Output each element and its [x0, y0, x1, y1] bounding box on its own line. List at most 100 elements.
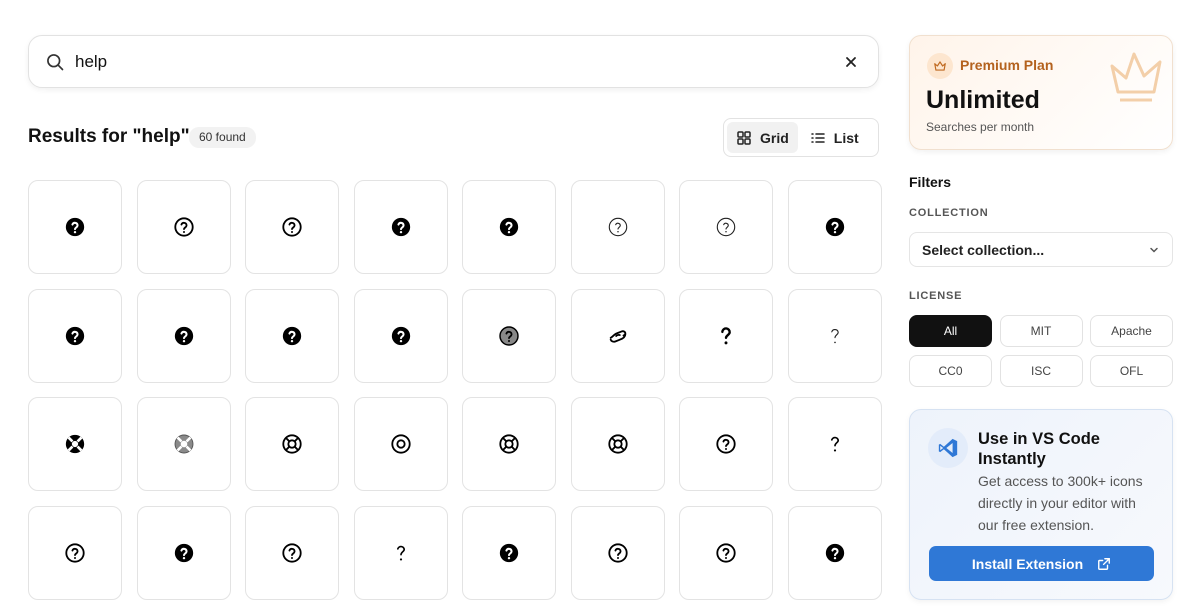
help-circle-outline-icon — [716, 434, 736, 454]
search-input[interactable] — [75, 51, 840, 72]
icon-result-tile[interactable] — [353, 505, 448, 600]
icon-result-tile[interactable] — [245, 397, 339, 491]
license-option-mit[interactable]: MIT — [999, 315, 1083, 347]
lifebuoy-outline-icon — [499, 434, 519, 454]
icon-result-tile[interactable] — [245, 180, 339, 274]
help-circle-solid-icon — [65, 217, 85, 237]
lifebuoy-ring-icon — [390, 434, 411, 454]
chevron-down-icon — [1150, 247, 1158, 253]
help-circle-thin-icon — [608, 217, 627, 237]
lifebuoy-solid-icon — [65, 434, 85, 454]
icon-result-tile[interactable] — [570, 180, 665, 274]
help-circle-outline-icon — [173, 217, 194, 237]
icon-result-tile[interactable] — [787, 397, 882, 491]
lifebuoy-outline-icon — [282, 434, 302, 454]
view-toggle: Grid List — [723, 118, 879, 157]
install-extension-button[interactable]: Install Extension — [929, 546, 1154, 581]
icon-result-tile[interactable] — [679, 180, 773, 274]
collection-label: COLLECTION — [909, 207, 989, 219]
license-option-apache[interactable]: Apache — [1090, 315, 1173, 347]
lifebuoy-outline-icon — [607, 434, 628, 454]
search-bar[interactable] — [28, 35, 879, 88]
list-icon — [811, 132, 825, 143]
vscode-description: Get access to 300k+ icons directly in yo… — [978, 473, 1143, 533]
license-option-isc[interactable]: ISC — [999, 355, 1083, 387]
close-icon[interactable] — [840, 51, 862, 73]
filters-title: Filters — [909, 174, 952, 190]
helping-hand-icon — [609, 329, 626, 343]
icon-result-tile[interactable] — [28, 288, 122, 383]
icon-result-tile[interactable] — [462, 288, 556, 383]
help-circle-gray-icon — [499, 325, 519, 346]
list-view-button[interactable]: List — [801, 122, 868, 153]
premium-headline: Unlimited — [926, 86, 1040, 114]
icon-result-tile[interactable] — [570, 397, 665, 491]
icon-result-tile[interactable] — [787, 505, 882, 600]
icon-result-tile[interactable] — [28, 180, 122, 274]
collection-select[interactable]: Select collection... — [909, 232, 1173, 267]
help-circle-solid-icon — [499, 543, 519, 562]
icon-result-tile[interactable] — [353, 288, 448, 383]
help-circle-solid-icon — [499, 217, 519, 237]
vscode-icon — [928, 428, 968, 468]
question-mark-thin-icon — [830, 328, 839, 343]
icon-result-tile[interactable] — [787, 288, 882, 383]
question-mark-medium-icon — [830, 436, 839, 452]
results-title: Results for "help" — [28, 126, 190, 147]
collection-select-value: Select collection... — [922, 241, 1045, 258]
install-extension-label: Install Extension — [971, 555, 1084, 572]
help-circle-solid-icon — [174, 326, 193, 345]
premium-subtitle: Searches per month — [926, 120, 1035, 134]
help-circle-outline-icon — [282, 217, 302, 237]
grid-view-button[interactable]: Grid — [727, 122, 798, 153]
icon-result-tile[interactable] — [136, 288, 231, 383]
license-label: LICENSE — [909, 290, 963, 302]
icon-result-tile[interactable] — [136, 180, 231, 274]
icon-result-tile[interactable] — [462, 505, 556, 600]
icon-result-tile[interactable] — [462, 180, 556, 274]
icon-result-tile[interactable] — [28, 505, 122, 600]
question-mark-bold-icon — [721, 326, 731, 344]
icon-result-tile[interactable] — [787, 180, 882, 274]
help-circle-outline-icon — [282, 542, 302, 563]
icon-result-tile[interactable] — [462, 397, 556, 491]
icon-result-tile[interactable] — [136, 397, 231, 491]
grid-view-label: Grid — [760, 129, 789, 146]
license-options: All MIT Apache CC0 ISC OFL — [909, 315, 1173, 387]
icon-result-tile[interactable] — [679, 505, 773, 600]
lifebuoy-gray-icon — [174, 434, 193, 454]
icon-result-tile[interactable] — [28, 397, 122, 491]
results-count-badge: 60 found — [189, 127, 256, 148]
question-mark-medium-icon — [396, 545, 405, 561]
help-circle-solid-icon — [174, 543, 193, 562]
icon-grid — [28, 180, 882, 600]
icon-result-tile[interactable] — [136, 505, 231, 600]
grid-icon — [737, 130, 751, 145]
premium-plan-label: Premium Plan — [960, 57, 1054, 73]
help-circle-outline-icon — [65, 542, 85, 563]
help-circle-outline-icon — [716, 542, 736, 563]
help-circle-outline-icon — [607, 542, 628, 563]
help-circle-thin-icon — [716, 217, 736, 237]
icon-result-tile[interactable] — [570, 505, 665, 600]
icon-result-tile[interactable] — [245, 288, 339, 383]
icon-result-tile[interactable] — [245, 505, 339, 600]
vscode-title: Use in VS Code Instantly — [978, 430, 1100, 468]
help-circle-solid-icon — [825, 217, 844, 237]
help-circle-solid-icon — [391, 217, 410, 237]
license-option-all[interactable]: All — [909, 315, 992, 347]
icon-result-tile[interactable] — [353, 180, 448, 274]
license-option-ofl[interactable]: OFL — [1090, 355, 1173, 387]
icon-result-tile[interactable] — [353, 397, 448, 491]
icon-result-tile[interactable] — [679, 288, 773, 383]
crown-watermark-icon — [1110, 52, 1162, 102]
help-circle-solid-icon — [391, 326, 410, 345]
license-option-cc0[interactable]: CC0 — [909, 355, 992, 387]
external-link-icon — [1098, 557, 1111, 570]
help-circle-solid-icon — [65, 326, 85, 345]
icon-result-tile[interactable] — [570, 288, 665, 383]
premium-plan-card: Premium Plan Unlimited Searches per mont… — [909, 35, 1173, 150]
list-view-label: List — [833, 129, 859, 146]
icon-result-tile[interactable] — [679, 397, 773, 491]
search-icon — [47, 53, 64, 70]
